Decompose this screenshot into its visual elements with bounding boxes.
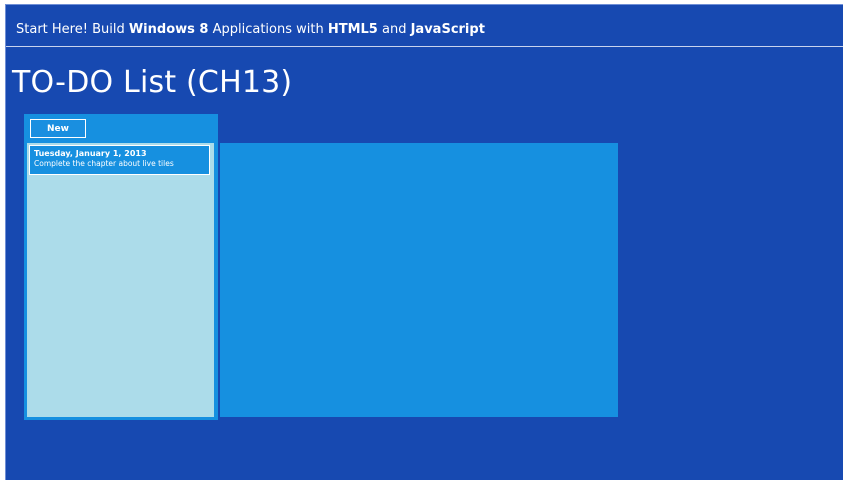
todo-item-text: Complete the chapter about live tiles [34,159,174,168]
todo-list-item[interactable]: Tuesday, January 1, 2013 Complete the ch… [29,145,210,175]
banner-divider [6,46,843,47]
book-banner: Start Here! Build Windows 8 Applications… [16,22,485,37]
todo-detail-pane [220,143,618,417]
banner-bold-windows8: Windows 8 [128,22,209,37]
banner-text-2: Applications with [208,22,328,37]
todo-list[interactable]: Tuesday, January 1, 2013 Complete the ch… [27,143,214,417]
todo-item-date: Tuesday, January 1, 2013 [34,149,147,158]
page-title: TO-DO List (CH13) [12,65,293,100]
banner-text-1: Start Here! Build [16,22,129,37]
banner-bold-html5: HTML5 [327,22,378,37]
new-button[interactable]: New [30,119,86,138]
todo-list-pane: New Tuesday, January 1, 2013 Complete th… [24,114,218,420]
banner-text-3: and [377,22,411,37]
banner-bold-javascript: JavaScript [410,22,485,37]
app-window: Start Here! Build Windows 8 Applications… [5,4,843,480]
